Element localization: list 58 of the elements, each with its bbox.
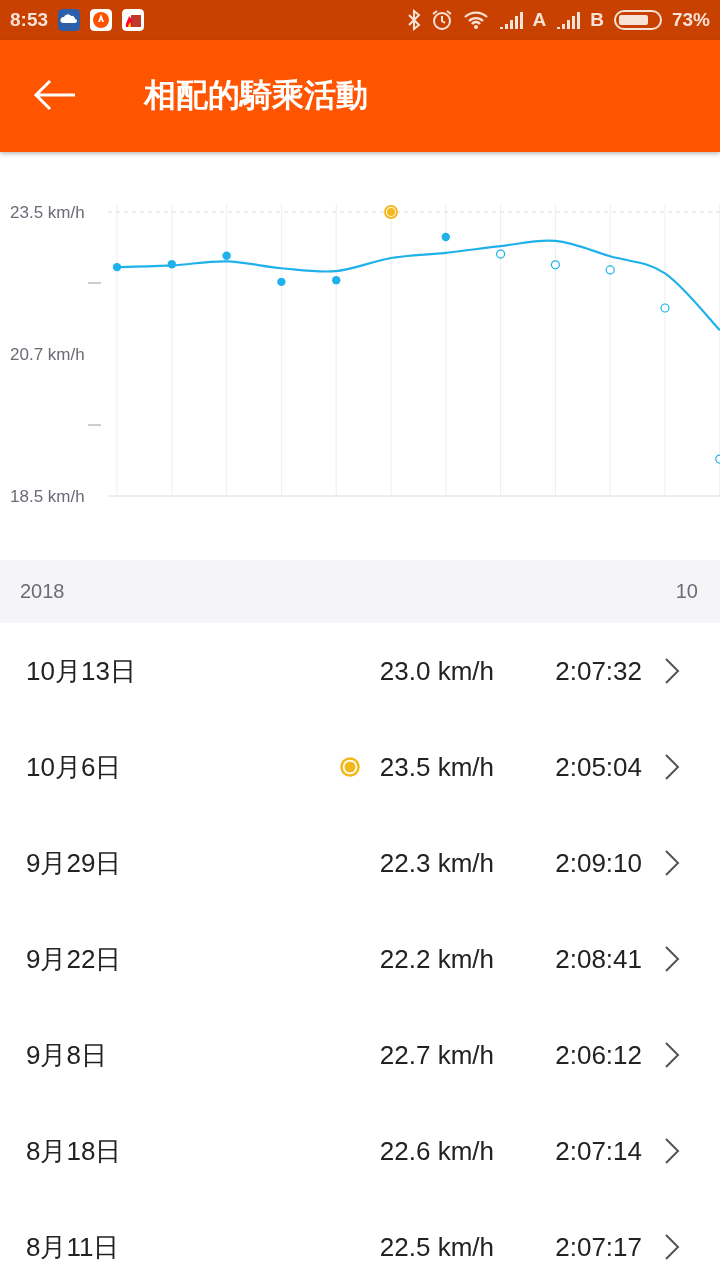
ride-duration: 2:07:14	[555, 1135, 642, 1167]
chevron-right-icon[interactable]	[664, 849, 680, 877]
alarm-icon	[430, 9, 453, 31]
average-speed: 22.2 km/h	[379, 943, 494, 975]
ride-date: 9月22日	[26, 942, 122, 976]
data-point	[660, 303, 670, 313]
chevron-right-icon[interactable]	[664, 945, 680, 973]
chevron-right-icon[interactable]	[664, 657, 680, 685]
month-label: 10	[675, 580, 698, 603]
chevron-right-icon[interactable]	[664, 753, 680, 781]
ride-date: 8月11日	[26, 1230, 120, 1264]
average-speed: 22.6 km/h	[379, 1135, 494, 1167]
axis-label: 20.7 km/h	[10, 345, 85, 364]
ride-duration: 2:09:10	[555, 847, 642, 879]
app-icon	[90, 9, 113, 31]
sim-label: B	[590, 9, 604, 31]
data-point	[112, 262, 122, 272]
signal-icon	[498, 11, 523, 29]
clock: 8:53	[10, 9, 49, 31]
ride-date: 9月8日	[26, 1038, 107, 1072]
ride-duration: 2:06:12	[555, 1039, 642, 1071]
average-speed: 22.7 km/h	[379, 1039, 494, 1071]
ride-date: 9月29日	[26, 846, 122, 880]
fire-icon	[122, 9, 145, 31]
ride-date: 10月13日	[26, 654, 136, 688]
ride-duration: 2:07:32	[555, 655, 642, 687]
data-point	[605, 265, 615, 275]
average-speed: 23.5 km/h	[379, 751, 494, 783]
average-speed: 22.3 km/h	[379, 847, 494, 879]
cloud-icon	[58, 9, 81, 31]
ride-date: 8月18日	[26, 1134, 122, 1168]
data-point	[167, 260, 176, 269]
average-speed: 22.5 km/h	[379, 1231, 494, 1263]
data-point	[277, 277, 286, 287]
axis-label: 23.5 km/h	[10, 203, 85, 222]
chevron-right-icon[interactable]	[664, 1137, 680, 1165]
chevron-right-icon[interactable]	[664, 1233, 680, 1261]
chevron-right-icon[interactable]	[664, 1041, 680, 1069]
highlighted-point	[384, 205, 398, 219]
data-point	[496, 249, 506, 259]
battery-percent: 73%	[671, 9, 710, 31]
signal-icon	[556, 11, 581, 29]
ride-duration: 2:07:17	[555, 1231, 642, 1263]
data-point	[222, 251, 231, 260]
page-title: 相配的騎乘活動	[144, 76, 368, 115]
data-point	[550, 260, 560, 270]
ride-duration: 2:08:41	[555, 943, 642, 975]
average-speed: 23.0 km/h	[379, 655, 494, 687]
battery-icon	[613, 10, 662, 30]
year-label: 2018	[20, 580, 65, 603]
wifi-icon	[462, 10, 489, 30]
ride-duration: 2:05:04	[555, 751, 642, 783]
sim-label: A	[532, 9, 547, 31]
data-point	[332, 275, 341, 285]
axis-label: 18.5 km/h	[10, 487, 85, 506]
data-point	[441, 232, 450, 242]
ride-date: 10月6日	[26, 750, 122, 784]
bluetooth-icon	[406, 9, 421, 31]
